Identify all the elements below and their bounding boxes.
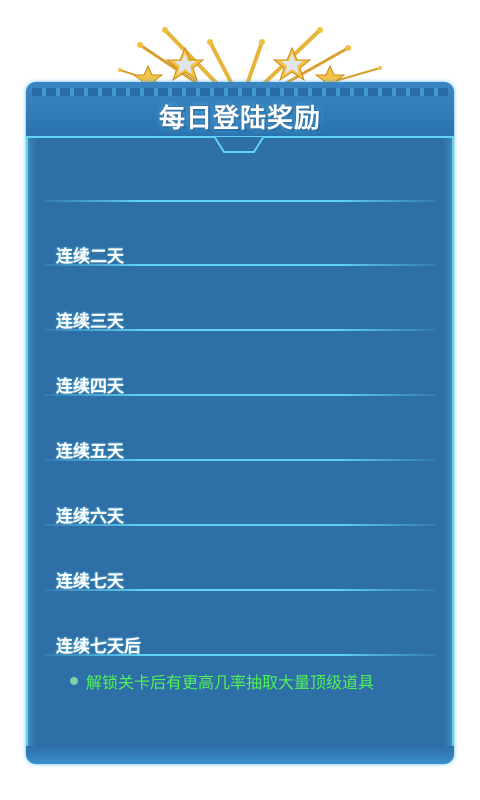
unlock-hint: 解锁关卡后有更高几率抽取大量顶级道具 (70, 670, 374, 692)
row-divider (44, 264, 436, 266)
reward-panel (26, 82, 454, 764)
row-divider (44, 589, 436, 591)
row-divider (44, 654, 436, 656)
row-divider (44, 524, 436, 526)
bullet-dot-icon (70, 677, 78, 685)
header-tech-strip (32, 88, 448, 96)
row-divider (44, 459, 436, 461)
row-divider (44, 200, 436, 202)
header-notch-decoration (214, 136, 264, 153)
row-divider (44, 394, 436, 396)
panel-bottom-rim (26, 746, 454, 764)
unlock-hint-text: 解锁关卡后有更高几率抽取大量顶级道具 (86, 673, 375, 692)
page-title: 每日登陆奖励 (158, 104, 321, 134)
row-divider (44, 329, 436, 331)
